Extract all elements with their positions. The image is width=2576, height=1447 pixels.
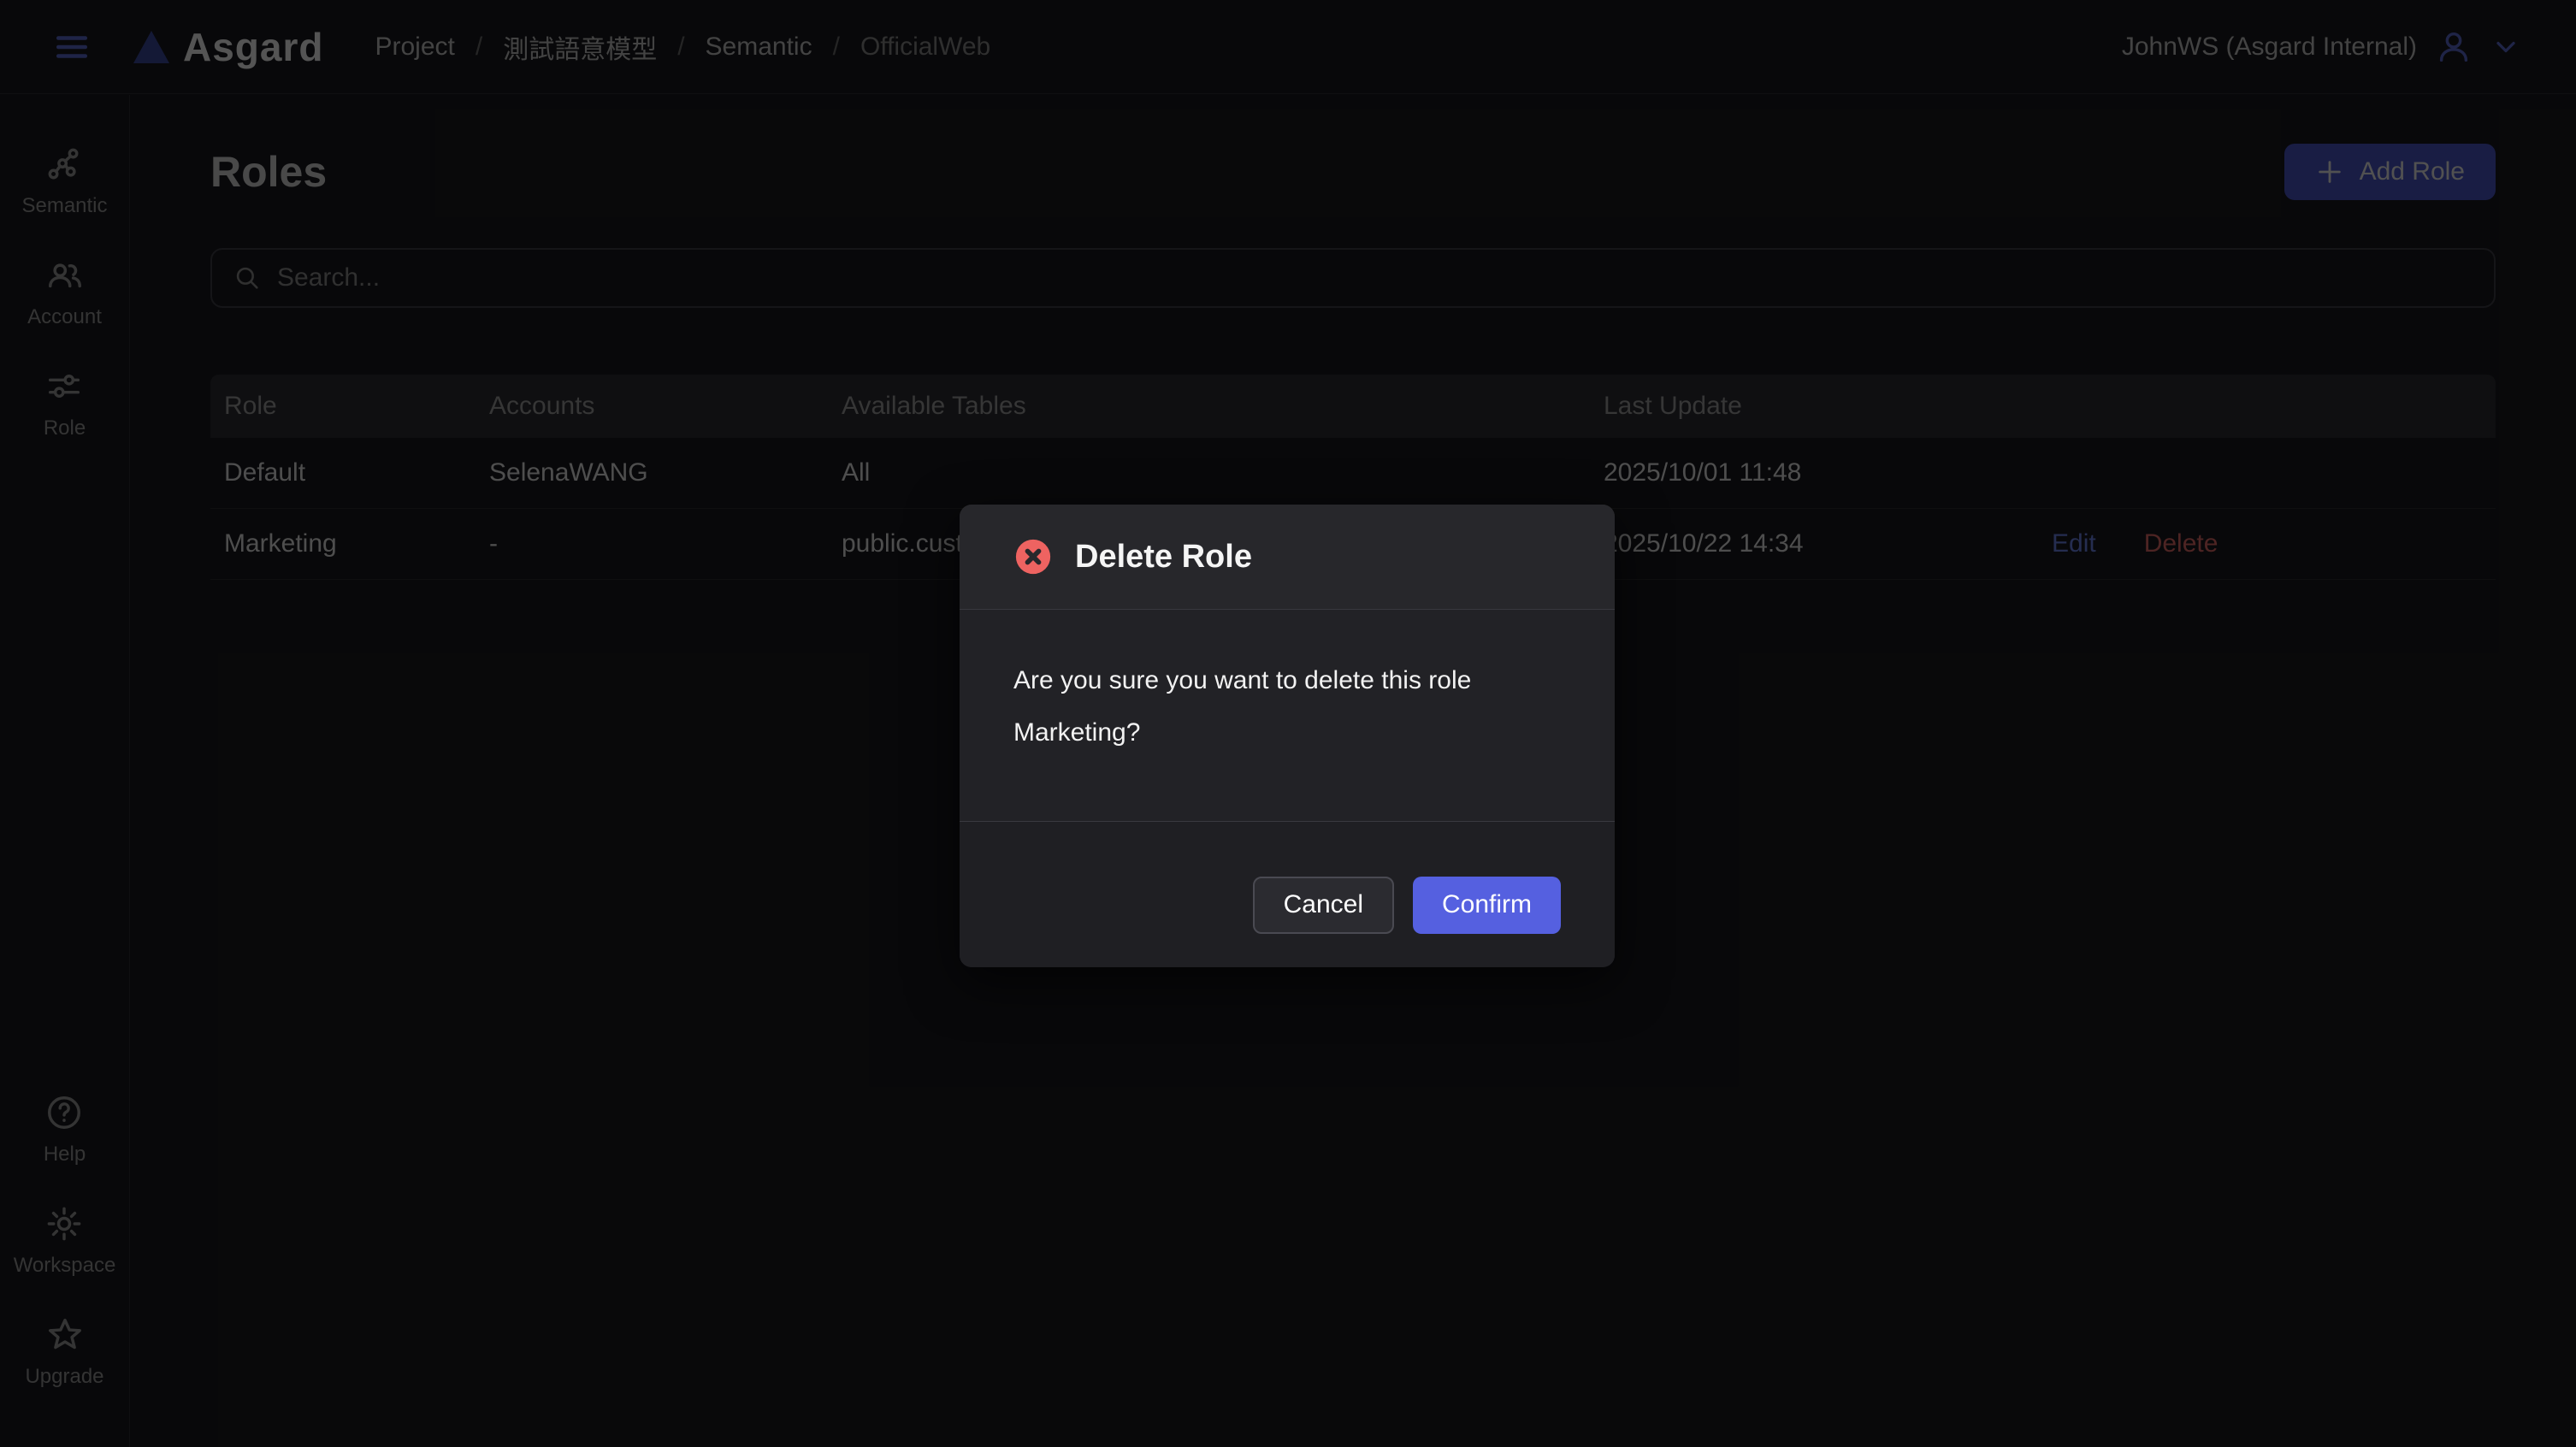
confirm-button[interactable]: Confirm <box>1413 877 1561 934</box>
modal-body-text: Are you sure you want to delete this rol… <box>960 610 1615 821</box>
modal-footer: Cancel Confirm <box>960 821 1615 967</box>
modal-header: Delete Role <box>960 505 1615 610</box>
cancel-button[interactable]: Cancel <box>1253 877 1394 934</box>
delete-role-modal: Delete Role Are you sure you want to del… <box>960 505 1615 967</box>
modal-title: Delete Role <box>1075 539 1252 576</box>
error-circle-icon <box>1013 537 1053 576</box>
